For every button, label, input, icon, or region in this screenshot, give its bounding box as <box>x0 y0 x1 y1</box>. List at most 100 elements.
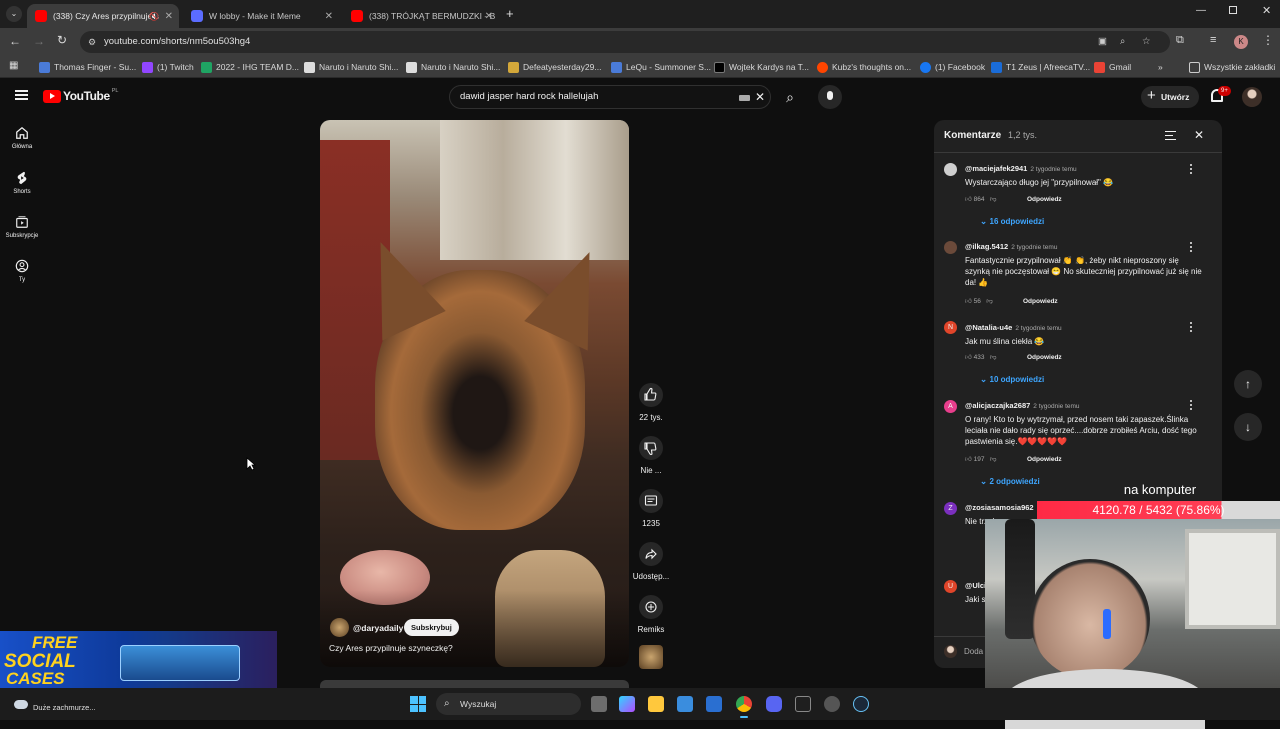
more-bookmarks-icon[interactable]: » <box>1158 60 1163 74</box>
reply-button[interactable]: Odpowiedz <box>1023 298 1058 305</box>
comment-author[interactable]: @zosiasamosia962 <box>965 503 1034 512</box>
sound-thumbnail[interactable] <box>639 645 663 669</box>
close-tab-icon[interactable]: ✕ <box>325 11 333 22</box>
sort-comments-icon[interactable] <box>1165 131 1176 140</box>
copilot-icon[interactable] <box>619 696 635 712</box>
bookmark-item[interactable]: Wojtek Kardys na T... <box>714 60 809 74</box>
short-video-player[interactable]: @daryadaily Subskrybuj Czy Ares przypiln… <box>320 120 629 667</box>
avatar[interactable]: Z <box>944 502 957 515</box>
avatar[interactable] <box>944 241 957 254</box>
channel-name[interactable]: @daryadaily <box>353 623 403 633</box>
bookmark-item[interactable]: 2022 - IHG TEAM D... <box>201 60 299 74</box>
reply-button[interactable]: Odpowiedz <box>1027 196 1062 203</box>
voice-search-icon[interactable] <box>818 85 842 109</box>
bookmark-item[interactable]: Gmail <box>1094 60 1131 74</box>
bookmark-item[interactable]: Kubz's thoughts on... <box>817 60 911 74</box>
next-short-button[interactable]: ↓ <box>1234 413 1262 441</box>
app-icon[interactable] <box>795 696 811 712</box>
comment-menu-icon[interactable] <box>1190 164 1193 174</box>
bookmark-star-icon[interactable]: ☆ <box>1142 31 1151 53</box>
restore-icon[interactable] <box>1229 6 1237 14</box>
task-view-icon[interactable] <box>591 696 607 712</box>
reload-icon[interactable]: ↻ <box>57 33 67 47</box>
new-tab-button[interactable]: + <box>506 6 514 21</box>
thumbs-down-icon[interactable]: 👎︎ <box>990 456 997 463</box>
weather-text[interactable]: Duże zachmurze... <box>33 703 96 712</box>
thumbs-down-icon[interactable]: 👎︎ <box>986 298 993 305</box>
comment-author[interactable]: @ilkag.5412 <box>965 242 1008 251</box>
search-button[interactable]: ⌕ <box>776 85 804 109</box>
thumbs-up-icon[interactable]: 👍︎ <box>965 196 972 203</box>
close-comments-icon[interactable]: ✕ <box>1194 128 1204 142</box>
comment-menu-icon[interactable] <box>1190 400 1193 410</box>
profile-avatar[interactable]: K <box>1234 35 1248 49</box>
thumbs-up-icon[interactable]: 👍︎ <box>965 456 972 463</box>
apps-icon[interactable]: ▦ <box>9 60 18 71</box>
close-window-icon[interactable]: ✕ <box>1262 4 1271 17</box>
comment-author[interactable]: @Natalia-u4e <box>965 323 1012 332</box>
comment-author[interactable]: @alicjaczajka2687 <box>965 401 1030 410</box>
comment-author[interactable]: @Ulci <box>965 581 986 590</box>
hamburger-menu-icon[interactable] <box>15 90 28 100</box>
app-icon[interactable] <box>706 696 722 712</box>
show-replies-button[interactable]: ⌄ 16 odpowiedzi <box>980 216 1044 227</box>
sidebar-item-subscriptions[interactable]: Subskrypcje <box>0 215 44 239</box>
search-input[interactable]: dawid jasper hard rock hallelujah ✕ <box>449 85 771 109</box>
comment-author[interactable]: @maciejafek2941 <box>965 164 1027 173</box>
close-tab-icon[interactable]: ✕ <box>485 11 493 22</box>
comments-button[interactable] <box>639 489 663 513</box>
bookmark-item[interactable]: Naruto i Naruto Shi... <box>304 60 398 74</box>
dislike-button[interactable] <box>639 436 663 460</box>
mute-icon[interactable]: 🔇 <box>149 12 159 21</box>
bookmark-item[interactable]: Defeatyesterday29... <box>508 60 601 74</box>
chrome-icon[interactable] <box>736 696 752 712</box>
discord-icon[interactable] <box>766 696 782 712</box>
bookmark-item[interactable]: LeQu - Summoner S... <box>611 60 711 74</box>
address-bar[interactable]: ⚙ youtube.com/shorts/nm5ou503hg4 ▣ ⌕ ☆ <box>80 31 1170 53</box>
tab-active[interactable]: (338) Czy Ares przypilnuje s 🔇 ✕ <box>27 4 179 28</box>
sidebar-item-shorts[interactable]: Shorts <box>0 171 44 195</box>
store-icon[interactable] <box>677 696 693 712</box>
bookmark-item[interactable]: (1) Twitch <box>142 60 194 74</box>
clear-search-icon[interactable]: ✕ <box>755 86 765 108</box>
account-avatar[interactable] <box>1242 87 1262 107</box>
share-button[interactable] <box>639 542 663 566</box>
previous-short-button[interactable]: ↑ <box>1234 370 1262 398</box>
app-icon[interactable] <box>824 696 840 712</box>
thumbs-up-icon[interactable]: 👍︎ <box>965 354 972 361</box>
sidebar-item-you[interactable]: Ty <box>0 259 44 283</box>
subscribe-button[interactable]: Subskrybuj <box>404 619 459 636</box>
site-info-icon[interactable]: ⚙ <box>88 31 96 53</box>
install-icon[interactable]: ▣ <box>1098 31 1107 53</box>
add-comment-input[interactable]: Doda <box>964 647 983 656</box>
youtube-logo[interactable]: YouTube PL <box>43 88 118 103</box>
avatar[interactable]: A <box>944 400 957 413</box>
bookmark-item[interactable]: T1 Zeus | AfreecaTV... <box>991 60 1090 74</box>
bookmark-item[interactable]: Naruto i Naruto Shi... <box>406 60 500 74</box>
taskbar-search[interactable]: ⌕ Wyszukaj <box>436 693 581 715</box>
thumbs-down-icon[interactable]: 👎︎ <box>990 354 997 361</box>
bookmark-item[interactable]: Thomas Finger - Su... <box>39 60 136 74</box>
show-replies-button[interactable]: ⌄ 10 odpowiedzi <box>980 374 1044 385</box>
menu-icon[interactable]: ⋮ <box>1262 33 1274 47</box>
tab-search-button[interactable]: ⌄ <box>6 6 22 22</box>
reply-button[interactable]: Odpowiedz <box>1027 354 1062 361</box>
forward-icon[interactable]: → <box>33 34 45 48</box>
avatar[interactable]: U <box>944 580 957 593</box>
tab-trojkat[interactable]: (338) TRÓJKĄT BERMUDZKI - B ✕ <box>343 4 499 28</box>
show-replies-button[interactable]: ⌄ 2 odpowiedzi <box>980 476 1040 487</box>
comment-menu-icon[interactable] <box>1190 322 1193 332</box>
bookmark-item[interactable]: (1) Facebook <box>920 60 985 74</box>
zoom-icon[interactable]: ⌕ <box>1120 31 1125 53</box>
avatar[interactable] <box>944 163 957 176</box>
keyboard-icon[interactable] <box>739 95 750 101</box>
reading-list-icon[interactable]: ≡ <box>1210 34 1216 46</box>
start-button[interactable] <box>410 696 426 712</box>
file-explorer-icon[interactable] <box>648 696 664 712</box>
avatar[interactable]: N <box>944 321 957 334</box>
steam-icon[interactable] <box>853 696 869 712</box>
channel-avatar[interactable] <box>330 618 349 637</box>
like-button[interactable] <box>639 383 663 407</box>
tab-make-it-meme[interactable]: W lobby - Make it Meme ✕ <box>183 4 339 28</box>
create-button[interactable]: + Utwórz <box>1141 86 1199 108</box>
